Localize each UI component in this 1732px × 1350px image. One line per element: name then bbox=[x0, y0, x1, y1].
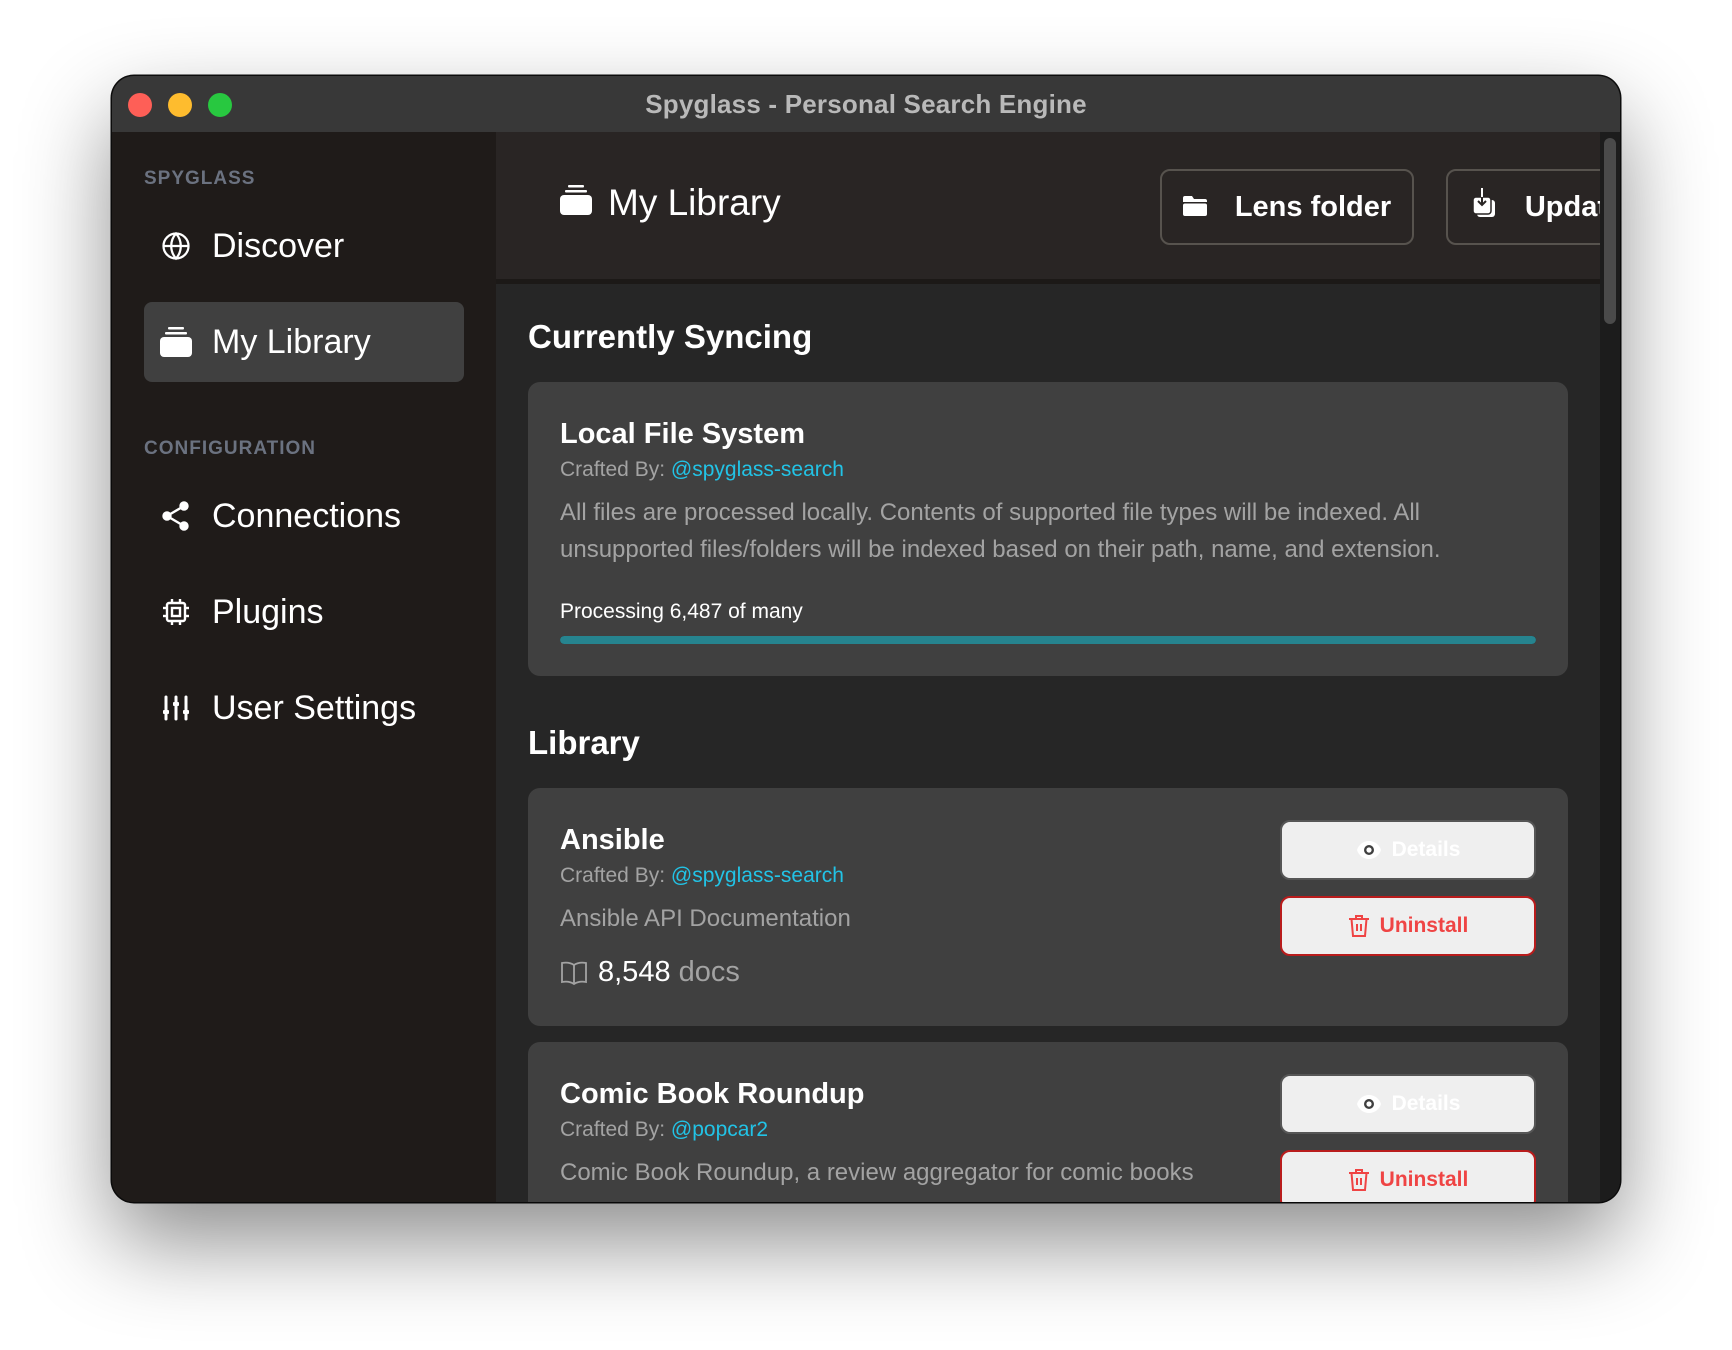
crafted-by-label: Crafted By: bbox=[560, 1118, 666, 1141]
details-label: Details bbox=[1391, 838, 1461, 861]
lens-description: All files are processed locally. Content… bbox=[560, 499, 1441, 563]
book-icon bbox=[560, 961, 588, 985]
scrollbar-thumb[interactable] bbox=[1604, 138, 1616, 324]
download-icon bbox=[1472, 188, 1497, 226]
uninstall-button[interactable]: Uninstall bbox=[1280, 1150, 1536, 1202]
scrollbar[interactable] bbox=[1600, 132, 1620, 1202]
progress-label: Processing 6,487 of many bbox=[560, 600, 803, 623]
library-item: Comic Book Roundup Crafted By: @popcar2 … bbox=[528, 1042, 1568, 1202]
sidebar-heading-spyglass: SPYGLASS bbox=[144, 168, 256, 189]
progress-bar-fill bbox=[560, 636, 1536, 644]
minimize-window-button[interactable] bbox=[168, 93, 192, 117]
author-link[interactable]: @spyglass-search bbox=[671, 864, 844, 887]
sidebar-item-label: Discover bbox=[212, 226, 345, 265]
doc-count-value: 8,548 bbox=[598, 956, 671, 988]
page-title: My Library bbox=[560, 182, 781, 224]
sidebar: SPYGLASS Discover My Library CONFIGURATI… bbox=[112, 132, 496, 1202]
lens-description: Ansible API Documentation bbox=[560, 905, 851, 932]
author-link[interactable]: @popcar2 bbox=[671, 1118, 768, 1141]
sidebar-item-label: My Library bbox=[212, 322, 371, 361]
trash-icon bbox=[1348, 1168, 1370, 1192]
sidebar-item-connections[interactable]: Connections bbox=[144, 476, 464, 556]
uninstall-label: Uninstall bbox=[1379, 914, 1469, 937]
chip-icon bbox=[160, 596, 192, 628]
sidebar-heading-configuration: CONFIGURATION bbox=[144, 438, 317, 459]
currently-syncing-heading: Currently Syncing bbox=[528, 318, 813, 355]
details-label: Details bbox=[1391, 1092, 1461, 1115]
sidebar-item-label: Connections bbox=[212, 496, 402, 535]
eye-icon bbox=[1356, 840, 1382, 860]
lens-description: Comic Book Roundup, a review aggregator … bbox=[560, 1159, 1194, 1186]
lens-title: Local File System bbox=[560, 418, 805, 450]
share-icon bbox=[160, 500, 192, 532]
sidebar-item-my-library[interactable]: My Library bbox=[144, 302, 464, 382]
uninstall-button[interactable]: Uninstall bbox=[1280, 896, 1536, 956]
doc-count: 8,548 docs bbox=[560, 956, 740, 989]
uninstall-label: Uninstall bbox=[1379, 1168, 1469, 1191]
library-heading: Library bbox=[528, 724, 640, 761]
sidebar-item-plugins[interactable]: Plugins bbox=[144, 572, 464, 652]
syncing-card: Local File System Crafted By: @spyglass-… bbox=[528, 382, 1568, 676]
eye-icon bbox=[1356, 1094, 1382, 1114]
window-controls bbox=[128, 93, 232, 117]
title-bar: Spyglass - Personal Search Engine bbox=[112, 76, 1620, 132]
library-icon bbox=[160, 326, 192, 358]
author-link[interactable]: @spyglass-search bbox=[671, 458, 844, 481]
lens-folder-button[interactable]: Lens folder bbox=[1160, 169, 1414, 245]
app-window: Spyglass - Personal Search Engine SPYGLA… bbox=[112, 76, 1620, 1202]
sliders-icon bbox=[160, 692, 192, 724]
update-button[interactable]: Update bbox=[1446, 169, 1620, 245]
sidebar-item-user-settings[interactable]: User Settings bbox=[144, 668, 464, 748]
lens-folder-label: Lens folder bbox=[1234, 190, 1392, 223]
maximize-window-button[interactable] bbox=[208, 93, 232, 117]
page-title-text: My Library bbox=[608, 182, 781, 223]
sidebar-item-label: User Settings bbox=[212, 688, 417, 727]
progress-bar bbox=[560, 636, 1536, 644]
globe-icon bbox=[160, 230, 192, 262]
lens-title: Ansible bbox=[560, 824, 665, 856]
lens-author: Crafted By: @popcar2 bbox=[560, 1118, 768, 1142]
sidebar-item-discover[interactable]: Discover bbox=[144, 206, 464, 286]
doc-count-unit: docs bbox=[678, 956, 740, 988]
library-icon bbox=[560, 182, 592, 224]
details-button[interactable]: Details bbox=[1280, 820, 1536, 880]
details-button[interactable]: Details bbox=[1280, 1074, 1536, 1134]
crafted-by-label: Crafted By: bbox=[560, 864, 666, 887]
lens-author: Crafted By: @spyglass-search bbox=[560, 864, 844, 888]
page-header: My Library Lens folder Update bbox=[496, 132, 1620, 284]
main-content: My Library Lens folder Update Currently … bbox=[496, 132, 1620, 1202]
lens-author: Crafted By: @spyglass-search bbox=[560, 458, 844, 482]
sidebar-item-label: Plugins bbox=[212, 592, 324, 631]
window-title: Spyglass - Personal Search Engine bbox=[645, 88, 1087, 119]
crafted-by-label: Crafted By: bbox=[560, 458, 666, 481]
trash-icon bbox=[1348, 914, 1370, 938]
lens-title: Comic Book Roundup bbox=[560, 1078, 865, 1110]
close-window-button[interactable] bbox=[128, 93, 152, 117]
folder-icon bbox=[1182, 191, 1207, 224]
library-item: Ansible Crafted By: @spyglass-search Ans… bbox=[528, 788, 1568, 1026]
